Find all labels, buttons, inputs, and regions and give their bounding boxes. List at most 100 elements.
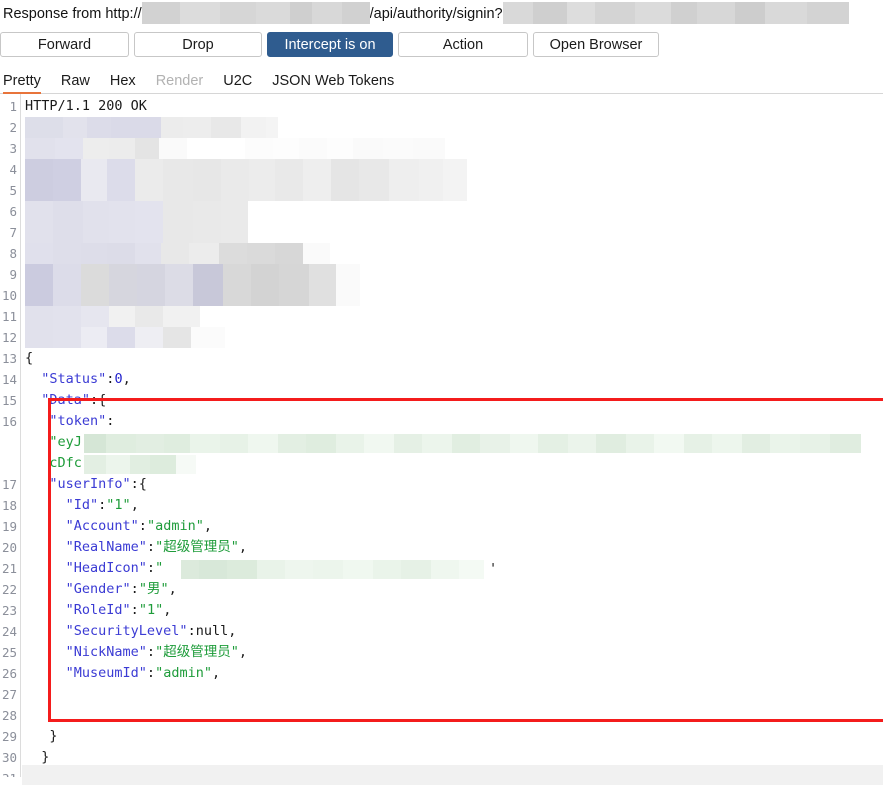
line-number: 27	[1, 687, 17, 702]
line-number: 28	[1, 708, 17, 723]
line-number: 4	[9, 162, 17, 177]
line-number: 2	[9, 120, 17, 135]
json-key-token: "token"	[49, 413, 107, 429]
code-line-29: }	[25, 726, 883, 747]
json-key-account: "Account"	[65, 518, 139, 534]
json-value-token-part1: "eyJ	[49, 434, 82, 450]
line-number: 1	[9, 99, 17, 114]
code-line-17: "userInfo":{	[49, 476, 147, 492]
brace: {	[25, 350, 34, 366]
json-key-securitylevel: "SecurityLevel"	[65, 623, 188, 639]
code-line-16-wrap-2: cDfc	[25, 453, 883, 474]
json-key-realname: "RealName"	[65, 539, 147, 555]
line-number: 31	[2, 768, 17, 777]
intercept-toggle-button[interactable]: Intercept is on	[267, 32, 393, 57]
json-value-headicon-open-quote: "	[155, 560, 164, 576]
line-number: 18	[1, 498, 17, 513]
redacted-header-line-11	[25, 327, 225, 348]
response-body-editor[interactable]: 1 2 3 4 5 6 7 8 9 10 11 12 13 14 15 16 1…	[0, 94, 883, 777]
line-number: 21	[1, 561, 17, 576]
json-value-gender: "男"	[138, 581, 169, 597]
json-key-museumid: "MuseumId"	[65, 665, 147, 681]
line-number: 17	[1, 477, 17, 492]
line-number: 16	[1, 414, 17, 429]
json-key-headicon: "HeadIcon"	[65, 560, 147, 576]
url-path-text: /api/authority/signin?	[369, 6, 503, 22]
response-url-bar: Response from http:// /api/authority/sig…	[0, 0, 883, 28]
redacted-header-line-10	[25, 306, 200, 327]
line-number: 12	[1, 330, 17, 345]
json-value-securitylevel: null	[195, 623, 229, 639]
json-value-id: "1"	[106, 497, 131, 513]
line-number: 5	[9, 183, 17, 198]
json-value-token-part2: cDfc	[49, 455, 82, 471]
code-line-1: HTTP/1.1 200 OK	[25, 98, 147, 114]
drop-button[interactable]: Drop	[134, 32, 262, 57]
line-number: 13	[1, 351, 17, 366]
line-number: 8	[9, 246, 17, 261]
json-key-id: "Id"	[65, 497, 99, 513]
headicon-close-quote: '	[489, 561, 498, 577]
json-value-museumid: "admin"	[155, 665, 212, 681]
line-number: 14	[1, 372, 17, 387]
line-number: 24	[1, 624, 17, 639]
json-value-roleid: "1"	[138, 602, 164, 618]
line-number: 29	[1, 729, 17, 744]
json-key-nickname: "NickName"	[65, 644, 147, 660]
tab-raw[interactable]: Raw	[61, 73, 101, 94]
code-line-16: "token":	[49, 413, 115, 429]
line-number: 22	[1, 582, 17, 597]
json-key-status: "Status"	[41, 371, 107, 387]
line-number: 11	[1, 309, 17, 324]
json-key-roleid: "RoleId"	[65, 602, 131, 618]
closing-brace-userinfo: }	[49, 728, 58, 744]
line-number: 25	[1, 645, 17, 660]
json-key-userinfo: "userInfo"	[49, 476, 131, 492]
code-line-26: "MuseumId":"admin",	[65, 665, 221, 681]
json-value-account: "admin"	[146, 518, 204, 534]
tab-pretty[interactable]: Pretty	[3, 73, 52, 94]
line-number: 26	[1, 666, 17, 681]
url-prefix-text: Response from http://	[3, 6, 142, 22]
intercept-toolbar: Forward Drop Intercept is on Action Open…	[0, 28, 883, 64]
json-value-realname: "超级管理员"	[155, 539, 239, 555]
tab-hex[interactable]: Hex	[110, 73, 147, 94]
json-value-nickname: "超级管理员"	[155, 644, 239, 660]
forward-button[interactable]: Forward	[0, 32, 129, 57]
line-number-gutter: 1 2 3 4 5 6 7 8 9 10 11 12 13 14 15 16 1…	[0, 94, 21, 777]
code-line-14: "Status":0,	[41, 371, 131, 387]
line-number: 6	[9, 204, 17, 219]
code-line-20: "RealName":"超级管理员",	[65, 539, 247, 555]
code-line-23: "RoleId":"1",	[65, 602, 172, 618]
json-key-gender: "Gender"	[65, 581, 131, 597]
action-button[interactable]: Action	[398, 32, 528, 57]
redacted-header-line-2	[25, 117, 278, 138]
open-browser-button[interactable]: Open Browser	[533, 32, 659, 57]
redacted-header-line-8-9	[25, 264, 360, 306]
closing-brace-data: }	[41, 749, 50, 765]
redacted-header-line-6	[25, 201, 248, 243]
code-line-22: "Gender":"男",	[65, 581, 177, 597]
tab-json-web-tokens[interactable]: JSON Web Tokens	[272, 73, 405, 94]
line-number: 20	[1, 540, 17, 555]
line-number: 19	[1, 519, 17, 534]
code-line-24: "SecurityLevel":null,	[65, 623, 237, 639]
code-line-13: {	[25, 348, 883, 369]
line-number: 23	[1, 603, 17, 618]
json-value-status: 0	[114, 371, 123, 387]
code-line-25: "NickName":"超级管理员",	[65, 644, 247, 660]
line-number: 3	[9, 141, 17, 156]
redacted-query	[502, 2, 849, 24]
line-number: 10	[1, 288, 17, 303]
tab-render: Render	[155, 72, 204, 89]
code-line-18: "Id":"1",	[65, 497, 139, 513]
redacted-host	[141, 2, 370, 24]
tab-u2c[interactable]: U2C	[223, 73, 263, 94]
code-line-19: "Account":"admin",	[65, 518, 212, 534]
message-view-tabs: Pretty Raw Hex Render U2C JSON Web Token…	[0, 64, 883, 94]
line-number: 7	[9, 225, 17, 240]
line-number: 9	[9, 267, 17, 282]
line-number: 15	[1, 393, 17, 408]
line-number: 30	[1, 750, 17, 765]
editor-footer-strip	[22, 765, 883, 785]
